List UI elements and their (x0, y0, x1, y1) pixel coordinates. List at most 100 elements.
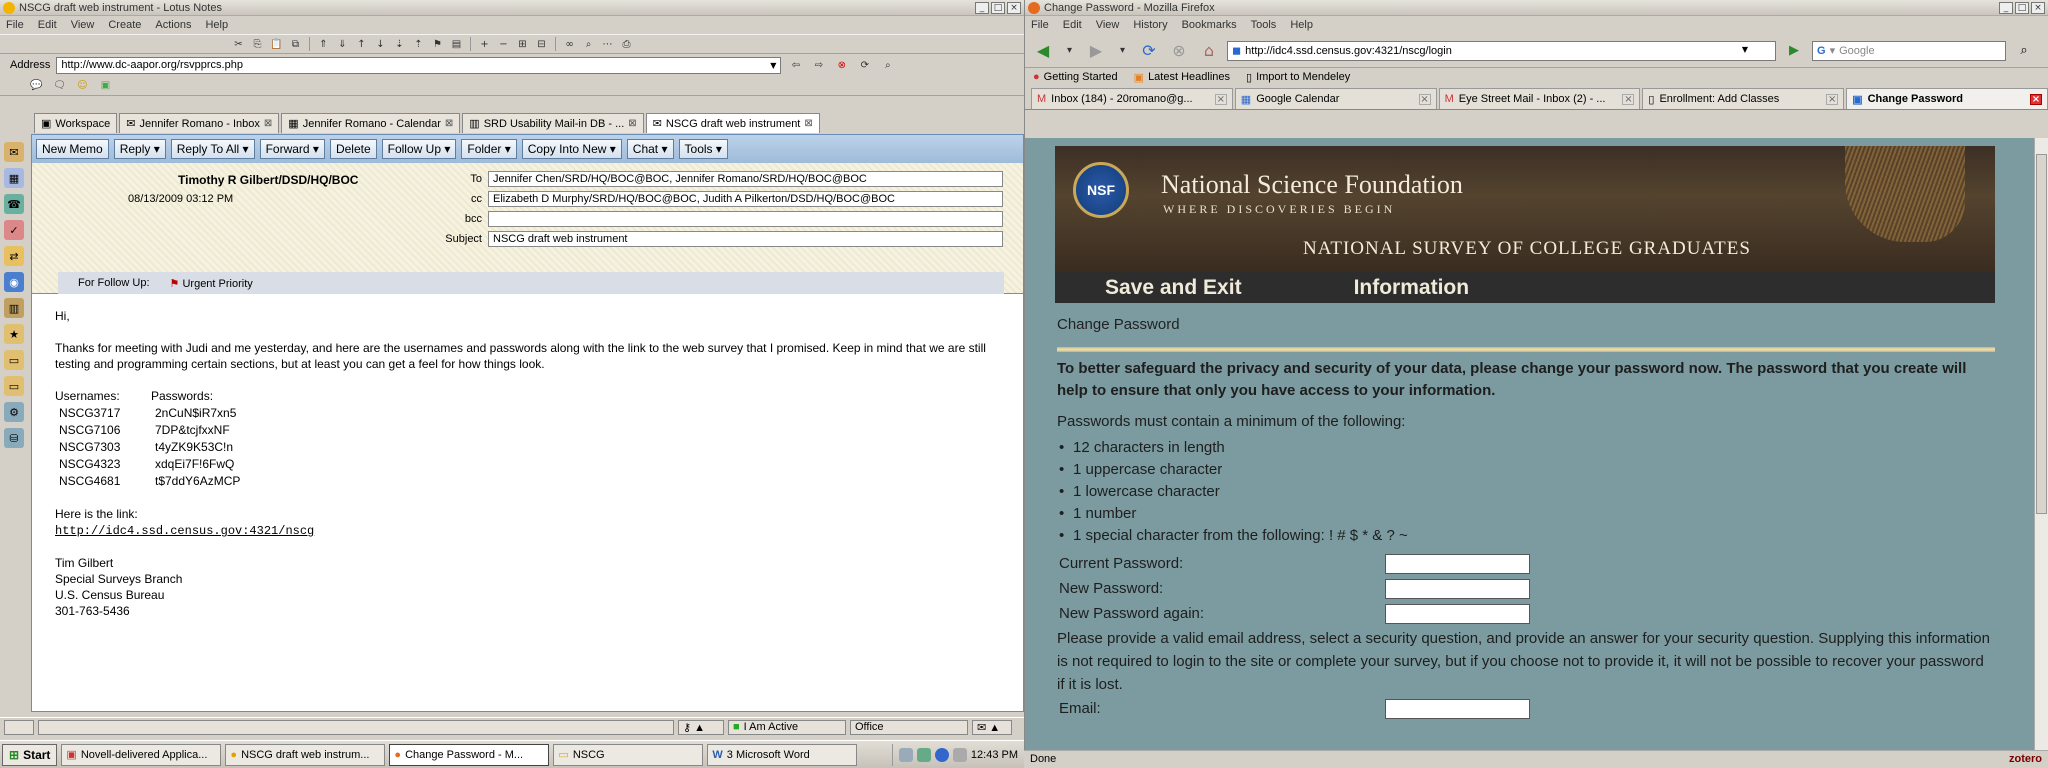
chevron-down-icon[interactable]: ▾ (1830, 44, 1836, 57)
copy-icon[interactable]: ⎘ (249, 37, 266, 52)
menu-create[interactable]: Create (108, 19, 141, 31)
taskbar-folder[interactable]: ▭ NSCG (553, 743, 704, 766)
tab-inbox[interactable]: ✉ Jennifer Romano - Inbox ⊠ (119, 113, 280, 133)
flag-icon[interactable]: ⚑ (429, 37, 446, 52)
lotus-titlebar[interactable]: NSCG draft web instrument - Lotus Notes … (0, 0, 1024, 16)
menu-actions[interactable]: Actions (155, 19, 191, 31)
scrollbar-thumb[interactable] (2036, 154, 2047, 514)
close-icon[interactable]: × (1826, 93, 1839, 105)
taskbar-novell[interactable]: ▣ Novell-delivered Applica... (61, 743, 222, 766)
tab-enrollment[interactable]: ▯ Enrollment: Add Classes × (1642, 88, 1845, 109)
close-icon[interactable]: × (1214, 93, 1227, 105)
back-icon[interactable]: ⇦ (787, 58, 804, 73)
new-password-again-input[interactable] (1385, 603, 1530, 624)
notes-icon[interactable]: ▣ (97, 78, 114, 93)
forward-icon[interactable]: ▶ (1084, 39, 1108, 63)
bcc-field[interactable] (488, 211, 1003, 227)
presence-dropdown[interactable]: ■ I Am Active (728, 719, 846, 735)
arrow-down-icon[interactable]: ↓ (372, 37, 389, 52)
tray-sametime-icon[interactable] (934, 747, 949, 762)
tab-workspace[interactable]: ▣ Workspace (34, 113, 118, 133)
tab-srd-usability[interactable]: ▥ SRD Usability Mail-in DB - ... ⊠ (462, 113, 644, 133)
arrow-down-bottom-icon[interactable]: ⇓ (334, 37, 351, 52)
menu-edit[interactable]: Edit (1063, 19, 1082, 31)
tray-volume-icon[interactable] (952, 747, 967, 762)
reply-to-all-button[interactable]: Reply To All ▾ (170, 139, 255, 159)
menu-file[interactable]: File (1031, 19, 1049, 31)
search-icon[interactable]: ⌕ (2012, 39, 2036, 63)
bookmark-getting-started[interactable]: ● Getting Started (1033, 71, 1118, 83)
collapse-all-icon[interactable]: ⊟ (533, 37, 550, 52)
network-icon[interactable]: ⛁ (4, 428, 24, 448)
unread-up-icon[interactable]: ⇡ (410, 37, 427, 52)
tray-pen-icon[interactable] (898, 747, 913, 762)
close-icon[interactable]: × (1007, 1, 1021, 14)
new-password-input[interactable] (1385, 578, 1530, 599)
subject-field[interactable]: NSCG draft web instrument (488, 231, 1003, 247)
mail-icon[interactable]: ✉ (4, 142, 24, 162)
menu-view[interactable]: View (1096, 19, 1120, 31)
copy-into-new-button[interactable]: Copy Into New ▾ (521, 139, 622, 159)
back-icon[interactable]: ◀ (1031, 39, 1055, 63)
arrow-up-top-icon[interactable]: ⇑ (315, 37, 332, 52)
contacts-icon[interactable]: ☎ (4, 194, 24, 214)
url-bar[interactable]: ◼ http://idc4.ssd.census.gov:4321/nscg/l… (1227, 40, 1776, 61)
forward-button[interactable]: Forward ▾ (259, 139, 325, 159)
binoculars-icon[interactable]: ∞ (561, 37, 578, 52)
menu-view[interactable]: View (71, 19, 95, 31)
copy-link-icon[interactable]: ⧉ (287, 37, 304, 52)
tools-button[interactable]: Tools ▾ (678, 139, 728, 159)
home-icon[interactable]: ⌂ (1197, 39, 1221, 63)
tab-eye-street-mail[interactable]: M Eye Street Mail - Inbox (2) - ... × (1438, 88, 1641, 109)
databases-icon[interactable]: ▥ (4, 298, 24, 318)
reload-icon[interactable]: ⟳ (1137, 39, 1161, 63)
save-and-exit-link[interactable]: Save and Exit (1105, 276, 1242, 300)
close-icon[interactable]: ⊠ (804, 118, 812, 129)
information-link[interactable]: Information (1354, 276, 1470, 300)
arrow-up-icon[interactable]: ↑ (353, 37, 370, 52)
menu-history[interactable]: History (1133, 19, 1167, 31)
tab-change-password[interactable]: ▣ Change Password × (1846, 88, 2048, 109)
delete-button[interactable]: Delete (329, 139, 377, 159)
bookmark-import-mendeley[interactable]: ▯ Import to Mendeley (1246, 71, 1350, 84)
view-icon[interactable]: ▤ (448, 37, 465, 52)
close-icon[interactable]: ⊠ (264, 118, 272, 129)
chevron-down-icon[interactable]: ▼ (767, 59, 779, 72)
forward-icon[interactable]: ⇨ (810, 58, 827, 73)
collapse-icon[interactable]: − (495, 37, 512, 52)
chat-group-icon[interactable]: 🗨 (51, 78, 68, 93)
menu-tools[interactable]: Tools (1251, 19, 1277, 31)
firefox-titlebar[interactable]: Change Password - Mozilla Firefox _ □ × (1025, 0, 2048, 16)
minimize-icon[interactable]: _ (1999, 1, 2013, 14)
person-icon[interactable]: ☺ (74, 78, 91, 93)
search-options-icon[interactable]: ⋯ (599, 37, 616, 52)
stop-icon[interactable]: ⊗ (1167, 39, 1191, 63)
chevron-down-icon[interactable]: ▼ (1739, 43, 1751, 56)
menu-edit[interactable]: Edit (38, 19, 57, 31)
menu-file[interactable]: File (6, 19, 24, 31)
unread-down-icon[interactable]: ⇣ (391, 37, 408, 52)
folder-icon[interactable]: ▭ (4, 350, 24, 370)
cut-icon[interactable]: ✂ (230, 37, 247, 52)
calendar-icon[interactable]: ▦ (4, 168, 24, 188)
chevron-down-icon[interactable]: ▾ (1114, 43, 1131, 58)
expand-icon[interactable]: + (476, 37, 493, 52)
go-icon[interactable]: ▶ (1782, 39, 1806, 63)
inbox-status-icon[interactable]: ✉ ▲ (972, 719, 1012, 735)
globe-icon[interactable]: ◉ (4, 272, 24, 292)
maximize-icon[interactable]: □ (991, 1, 1005, 14)
taskbar-lotus[interactable]: ● NSCG draft web instrum... (225, 743, 386, 766)
location-dropdown[interactable]: Office (850, 719, 968, 735)
taskbar-word[interactable]: W3 Microsoft Word (707, 743, 858, 766)
tab-calendar[interactable]: ▦ Jennifer Romano - Calendar ⊠ (281, 113, 461, 133)
replicator-icon[interactable]: ⇄ (4, 246, 24, 266)
expand-all-icon[interactable]: ⊞ (514, 37, 531, 52)
to-field[interactable]: Jennifer Chen/SRD/HQ/BOC@BOC, Jennifer R… (488, 171, 1003, 187)
close-icon[interactable]: × (1622, 93, 1635, 105)
tools-icon[interactable]: ⚙ (4, 402, 24, 422)
menu-bookmarks[interactable]: Bookmarks (1182, 19, 1237, 31)
key-icon[interactable]: ⚷ ▲ (678, 719, 724, 735)
email-field[interactable] (1385, 698, 1530, 719)
zotero-button[interactable]: zotero (2009, 753, 2042, 766)
paste-icon[interactable]: 📋 (268, 37, 285, 52)
